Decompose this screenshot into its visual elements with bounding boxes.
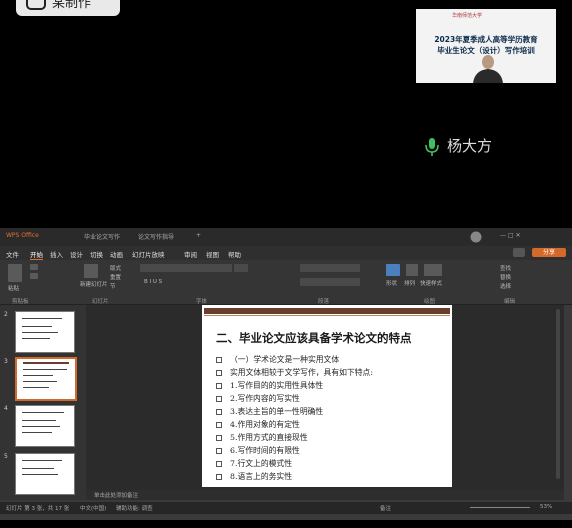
slide-editor-area: 二、毕业论文应该具备学术论文的特点 （一）学术论文是一种实用文体 实用文体相较于… [86, 305, 564, 490]
font-size-select[interactable] [234, 264, 248, 272]
status-bar: 幻灯片 第 3 张，共 17 张 中文(中国) 辅助功能: 调查 备注 53% [0, 502, 572, 514]
paragraph-tools[interactable] [300, 264, 360, 272]
participant-name: 杨大方 [447, 137, 493, 155]
menu-insert[interactable]: 插入 [50, 249, 63, 259]
menu-bar: 文件 开始 插入 设计 切换 动画 幻灯片放映 审阅 视图 帮助 分享 [0, 246, 572, 260]
quick-style-icon[interactable] [424, 264, 442, 276]
accessibility-status[interactable]: 辅助功能: 调查 [116, 504, 153, 512]
new-slide-label[interactable]: 新建幻灯片 [80, 280, 108, 288]
user-avatar[interactable] [470, 231, 482, 243]
menu-transition[interactable]: 切换 [90, 249, 103, 259]
select-button[interactable]: 选择 [500, 282, 511, 290]
bullet-item[interactable]: 4.作用对象的有定性 [216, 419, 300, 430]
thumbnail-number: 2 [4, 311, 8, 318]
zoom-level[interactable]: 53% [540, 504, 552, 510]
university-logo: 华南师范大学 [452, 13, 483, 19]
file-tab-1[interactable]: 毕业论文写作 [84, 232, 120, 241]
font-style-buttons[interactable]: B I U S [144, 279, 162, 285]
group-clipboard: 剪贴板 [12, 299, 29, 305]
group-slides: 幻灯片 [92, 299, 109, 305]
banner-line-1: 2023年夏季成人高等学历教育 [434, 35, 538, 44]
recording-indicator[interactable]: 某制作 [16, 0, 120, 16]
slide-counter: 幻灯片 第 3 张，共 17 张 [6, 506, 70, 512]
group-editing: 编辑 [504, 299, 516, 305]
microphone-icon[interactable] [424, 137, 440, 157]
new-tab-button[interactable]: + [196, 232, 201, 239]
bullet-item[interactable]: 8.语言上的务实性 [216, 471, 292, 482]
slide-thumbnail[interactable] [15, 311, 75, 353]
group-paragraph: 段落 [318, 299, 330, 305]
new-slide-icon[interactable] [84, 264, 98, 278]
window-controls-icon[interactable]: — □ ✕ [500, 232, 521, 239]
menu-slideshow[interactable]: 幻灯片放映 [132, 249, 165, 259]
app-logo[interactable]: WPS Office [6, 232, 39, 239]
notes-toggle[interactable]: 备注 [380, 504, 391, 512]
shape-label[interactable]: 形状 [386, 279, 397, 287]
layout-button[interactable]: 版式 [110, 264, 121, 272]
cup-icon [26, 0, 46, 10]
section-button[interactable]: 节 [110, 282, 116, 290]
vertical-scrollbar[interactable] [556, 309, 560, 479]
slide-thumbnail-pane: 2 3 4 5 [0, 305, 86, 500]
cut-icon[interactable] [30, 264, 38, 270]
bullet-item[interactable]: 1.写作目的的实用性具体性 [216, 380, 323, 391]
font-family-select[interactable] [140, 264, 232, 272]
bullet-item[interactable]: 2.写作内容的写实性 [216, 393, 300, 404]
thumbnail-number: 3 [4, 358, 8, 365]
speaker-video-tile[interactable]: 华南师范大学 2023年夏季成人高等学历教育 毕业生论文（设计）写作培训 [416, 9, 556, 83]
arrange-icon[interactable] [406, 264, 418, 276]
slide-title[interactable]: 二、毕业论文应该具备学术论文的特点 [216, 330, 412, 346]
menu-review[interactable]: 审阅 [184, 249, 197, 259]
slide-thumbnail[interactable] [15, 405, 75, 447]
bullet-item[interactable]: 3.表达主旨的单一性明确性 [216, 406, 323, 417]
presentation-app-window: WPS Office 毕业论文写作 论文写作指导 + — □ ✕ 文件 开始 插… [0, 228, 572, 520]
bullet-item[interactable]: 7.行文上的模式性 [216, 458, 292, 469]
menu-home[interactable]: 开始 [30, 249, 43, 260]
speaker-person-image [473, 55, 503, 83]
menu-design[interactable]: 设计 [70, 249, 83, 259]
group-font: 字体 [196, 299, 208, 305]
notes-pane[interactable]: 单击此处添加备注 [86, 490, 564, 500]
menu-animation[interactable]: 动画 [110, 249, 123, 259]
reset-button[interactable]: 重置 [110, 273, 121, 281]
thumbnail-number: 4 [4, 405, 8, 412]
notes-placeholder[interactable]: 单击此处添加备注 [94, 491, 138, 499]
find-button[interactable]: 查找 [500, 264, 511, 272]
slide-thumbnail-selected[interactable] [15, 357, 77, 401]
bullet-item[interactable]: 5.作用方式的直接现性 [216, 432, 308, 443]
slide-header-rule [204, 315, 450, 316]
menu-help[interactable]: 帮助 [228, 249, 241, 259]
paste-icon[interactable] [8, 264, 22, 282]
copy-icon[interactable] [30, 273, 38, 279]
bullet-item[interactable]: （一）学术论文是一种实用文体 [216, 354, 339, 365]
language-indicator[interactable]: 中文(中国) [80, 504, 106, 512]
quick-style-label[interactable]: 快速样式 [420, 279, 442, 287]
file-tab-2[interactable]: 论文写作指导 [138, 232, 174, 241]
alignment-tools[interactable] [300, 278, 360, 286]
current-slide[interactable]: 二、毕业论文应该具备学术论文的特点 （一）学术论文是一种实用文体 实用文体相较于… [202, 305, 452, 487]
group-drawing: 绘图 [424, 299, 436, 305]
menu-view[interactable]: 视图 [206, 249, 219, 259]
comment-icon[interactable] [513, 248, 525, 257]
bullet-item[interactable]: 6.写作时间的有限性 [216, 445, 300, 456]
arrange-label[interactable]: 排列 [404, 279, 415, 287]
bullet-item[interactable]: 实用文体相较于文学写作，具有如下特点: [216, 367, 373, 378]
slide-header-bar [204, 308, 450, 314]
replace-button[interactable]: 替换 [500, 273, 511, 281]
ribbon-toolbar: 粘贴 新建幻灯片 版式 重置 节 B I U S 形状 排列 快速样式 查找 替… [0, 260, 572, 305]
slide-thumbnail[interactable] [15, 453, 75, 495]
menu-file[interactable]: 文件 [6, 249, 19, 259]
recording-label: 某制作 [52, 0, 92, 11]
shapes-icon[interactable] [386, 264, 400, 276]
paste-label[interactable]: 粘贴 [8, 284, 19, 292]
title-bar: WPS Office 毕业论文写作 论文写作指导 + — □ ✕ [0, 228, 572, 246]
share-button[interactable]: 分享 [532, 248, 566, 257]
thumbnail-number: 5 [4, 453, 8, 460]
zoom-slider[interactable] [470, 507, 530, 508]
